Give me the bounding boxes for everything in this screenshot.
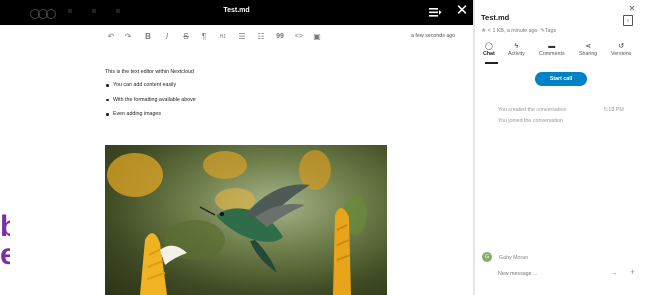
doc-bullet-list: You can add content easily With the form… [105, 82, 196, 117]
close-sidebar-icon[interactable]: ✕ [628, 5, 636, 13]
attach-plus-icon[interactable]: + [630, 267, 635, 277]
system-message: You joined the conversation [498, 118, 563, 124]
toggle-sidebar-icon[interactable] [428, 5, 442, 19]
tab-versions[interactable]: ↺ Versions [611, 42, 631, 57]
strikethrough-icon[interactable]: S [180, 30, 192, 44]
tab-label: Activity [508, 51, 525, 57]
text-editor: ↶ ↷ B I S ¶ H1 ☰ ☷ 99 <> ▣ a few seconds… [10, 25, 473, 295]
hummingbird-image [105, 145, 387, 295]
paragraph-icon[interactable]: ¶ [198, 30, 210, 44]
heading-icon[interactable]: H1 [217, 30, 229, 44]
bullet-list-icon[interactable]: ☰ [236, 30, 248, 44]
bold-icon[interactable]: B [142, 30, 154, 44]
tab-label: Versions [611, 51, 632, 57]
list-item: Even adding images [105, 111, 196, 117]
send-arrow-icon[interactable]: → [610, 268, 618, 277]
history-icon: ↺ [618, 43, 625, 50]
save-status: a few seconds ago [411, 33, 456, 39]
undo-icon[interactable]: ↶ [105, 30, 117, 44]
tab-label: Sharing [579, 51, 598, 57]
tab-activity[interactable]: ϟ Activity [508, 42, 525, 57]
active-tab-indicator [485, 62, 498, 64]
message-input[interactable] [498, 269, 588, 279]
viewer-header: Test.md ✕ [0, 0, 473, 25]
code-icon[interactable]: <> [293, 30, 305, 44]
sidebar-tabs: ◯ Chat ϟ Activity ▬ Comments ⋖ Sharing ↺… [475, 42, 655, 64]
file-details-icon[interactable]: ≡ [623, 15, 633, 26]
image-icon[interactable]: ▣ [311, 30, 323, 44]
tab-comments[interactable]: ▬ Comments [539, 42, 565, 57]
message-timestamp: 5:18 PM [604, 107, 624, 113]
tab-sharing[interactable]: ⋖ Sharing [579, 42, 597, 57]
numbered-list-icon[interactable]: ☷ [255, 30, 267, 44]
list-item: You can add content easily [105, 82, 196, 88]
document-content[interactable]: This is the text editor within Nextcloud… [105, 69, 196, 126]
favorite-star-icon[interactable]: ★ [481, 28, 486, 34]
tab-chat[interactable]: ◯ Chat [483, 42, 495, 57]
sidebar-title: Test.md [481, 13, 510, 22]
tags-link[interactable]: Tags [545, 28, 556, 34]
close-viewer-icon[interactable]: ✕ [455, 3, 469, 19]
doc-paragraph: This is the text editor within Nextcloud [105, 69, 194, 75]
file-size-time: < 1 KB, a minute ago [487, 28, 538, 34]
tab-label: Chat [483, 51, 495, 57]
avatar: G [482, 252, 492, 262]
italic-icon[interactable]: I [161, 30, 173, 44]
current-user-name: Gaby Moran [499, 255, 529, 261]
system-message: You created the conversation [498, 107, 567, 113]
quote-icon[interactable]: 99 [274, 30, 286, 44]
file-meta: ★ < 1 KB, a minute ago ✎Tags [481, 27, 556, 34]
tab-label: Comments [539, 51, 565, 57]
redo-icon[interactable]: ↷ [122, 30, 134, 44]
comments-icon: ▬ [548, 43, 556, 50]
details-sidebar: ✕ ≡ Test.md ★ < 1 KB, a minute ago ✎Tags… [475, 0, 655, 295]
chat-icon: ◯ [484, 43, 493, 50]
activity-icon: ϟ [514, 43, 519, 50]
list-item: With the formatting available above [105, 97, 196, 103]
start-call-button[interactable]: Start call [535, 72, 587, 86]
share-icon: ⋖ [585, 43, 592, 50]
viewer-title: Test.md [223, 7, 250, 14]
